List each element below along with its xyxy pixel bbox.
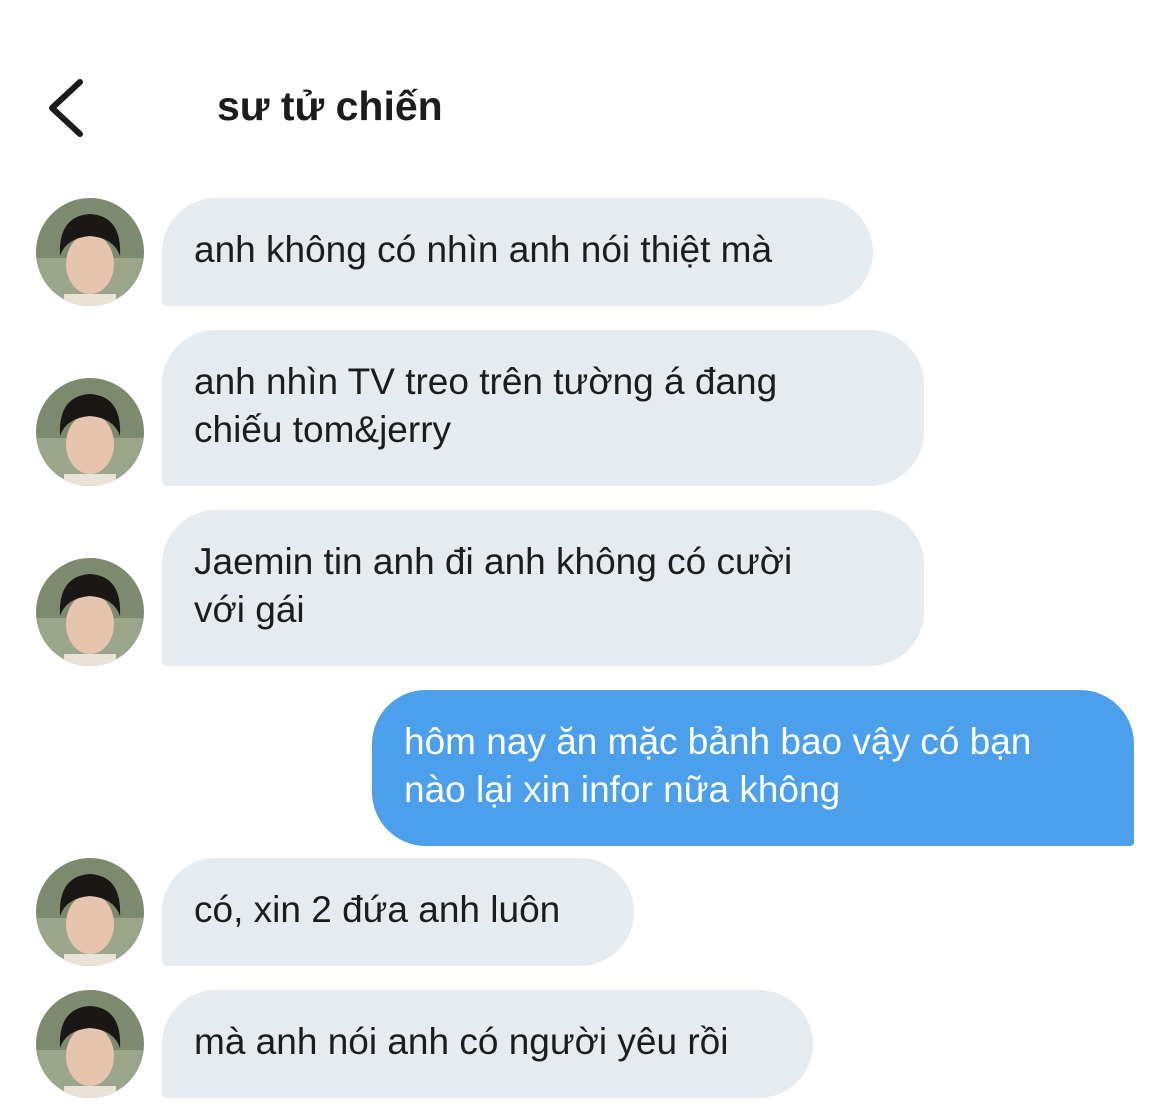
message-text: nào lại xin infor nữa không: [404, 769, 841, 810]
message-bubble-outgoing[interactable]: hôm nay ăn mặc bảnh bao vậy có bạn nào l…: [372, 690, 1134, 846]
message-text: anh không có nhìn anh nói thiệt mà: [194, 229, 773, 270]
contact-avatar[interactable]: [36, 858, 144, 966]
message-text: Jaemin tin anh đi anh không có cười: [194, 541, 793, 582]
chat-title: sư tử chiến: [217, 83, 443, 129]
contact-avatar[interactable]: [36, 198, 144, 306]
message-text: mà anh nói anh có người yêu rồi: [194, 1021, 729, 1062]
message-bubble[interactable]: mà anh nói anh có người yêu rồi: [162, 990, 813, 1098]
message-text: hôm nay ăn mặc bảnh bao vậy có bạn: [404, 721, 1032, 762]
message-text: anh nhìn TV treo trên tường á đang: [194, 361, 778, 402]
message-text: chiếu tom&jerry: [194, 409, 452, 450]
message-bubble[interactable]: Jaemin tin anh đi anh không có cười với …: [162, 510, 924, 666]
contact-avatar[interactable]: [36, 378, 144, 486]
message-text: với gái: [194, 589, 305, 630]
message-text: có, xin 2 đứa anh luôn: [194, 889, 561, 930]
contact-avatar[interactable]: [36, 558, 144, 666]
message-bubble[interactable]: có, xin 2 đứa anh luôn: [162, 858, 634, 966]
message-bubble[interactable]: anh không có nhìn anh nói thiệt mà: [162, 198, 873, 306]
message-bubble[interactable]: anh nhìn TV treo trên tường á đang chiếu…: [162, 330, 924, 486]
chevron-left-icon: [49, 79, 83, 137]
contact-avatar[interactable]: [36, 990, 144, 1098]
back-button[interactable]: [40, 74, 96, 142]
chat-header: sư tử chiến: [0, 0, 1169, 170]
